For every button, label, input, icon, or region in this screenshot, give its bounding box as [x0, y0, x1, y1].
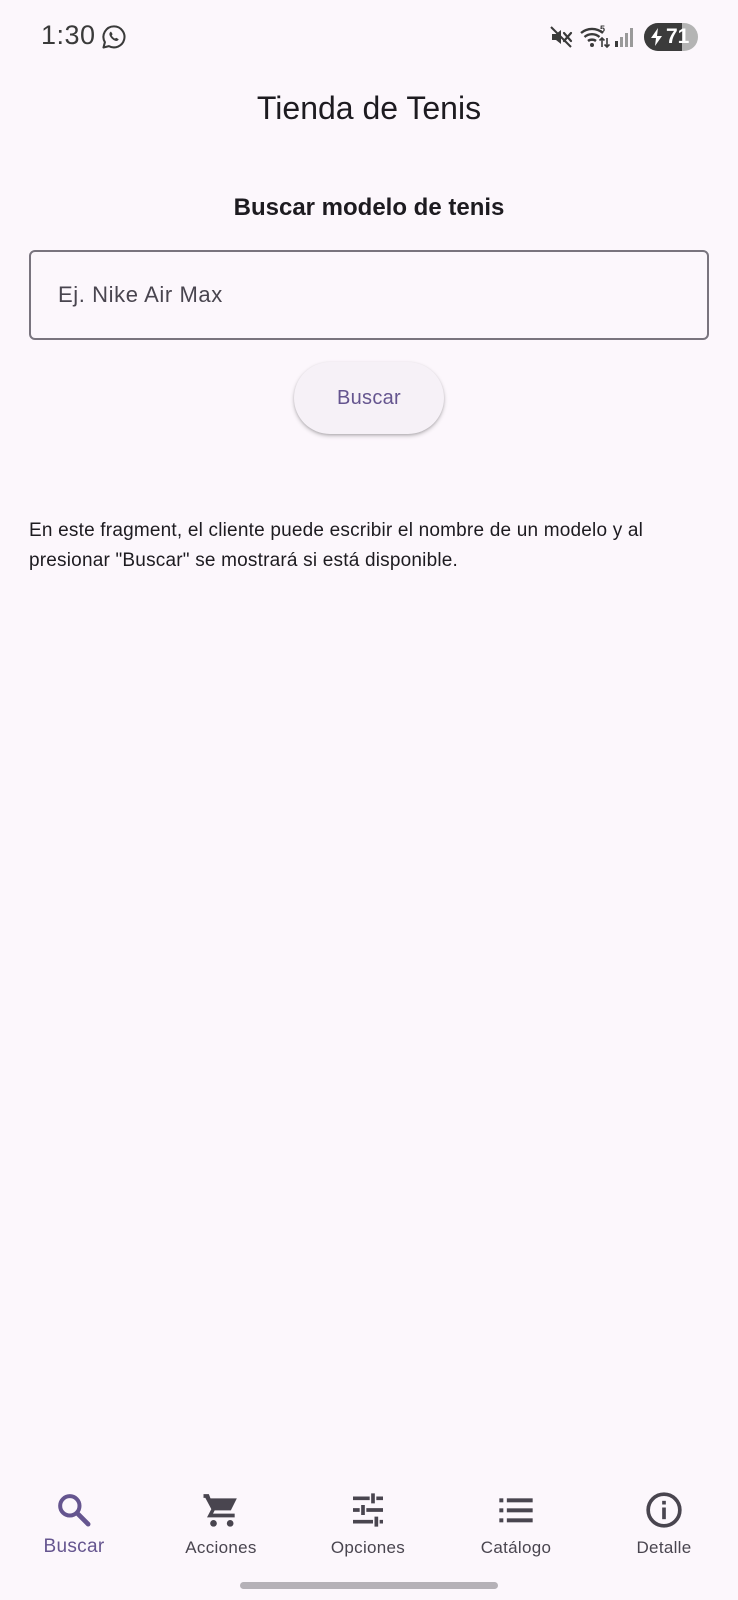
app-title: Tienda de Tenis [256, 90, 482, 126]
nav-item-detalle[interactable]: Detalle [590, 1468, 738, 1580]
signal-icon [615, 28, 633, 47]
nav-label-detalle: Detalle [636, 1538, 692, 1557]
status-bar: 1:30 5 71 [0, 0, 738, 76]
search-button[interactable]: Buscar [294, 362, 444, 434]
home-indicator [240, 1582, 498, 1589]
whatsapp-icon [102, 25, 126, 49]
nav-label-acciones: Acciones [185, 1538, 257, 1557]
list-icon [499, 1498, 533, 1523]
tune-icon [353, 1493, 383, 1527]
nav-label-catalogo: Catálogo [480, 1538, 552, 1557]
status-time: 1:30 [41, 20, 96, 50]
nav-item-acciones[interactable]: Acciones [147, 1468, 295, 1580]
svg-text:5: 5 [600, 24, 605, 34]
search-section-title: Buscar modelo de tenis [233, 194, 505, 221]
nav-item-opciones[interactable]: Opciones [294, 1468, 442, 1580]
search-input[interactable] [29, 250, 709, 340]
nav-item-buscar[interactable]: Buscar [0, 1468, 148, 1580]
description-text: En este fragment, el cliente puede escri… [29, 520, 644, 571]
mute-icon [550, 26, 573, 48]
battery-level: 71 [666, 25, 690, 48]
battery-indicator: 71 [644, 23, 698, 51]
search-icon [58, 1494, 91, 1527]
nav-label-buscar: Buscar [43, 1536, 105, 1557]
nav-label-opciones: Opciones [330, 1538, 406, 1557]
battery-charging-icon [651, 28, 662, 46]
info-icon [646, 1492, 682, 1528]
cart-icon [203, 1494, 237, 1527]
wifi-icon: 5 [580, 24, 610, 49]
bottom-navigation: Buscar Acciones Opciones Catálogo Detall… [0, 1468, 738, 1580]
nav-item-catalogo[interactable]: Catálogo [442, 1468, 590, 1580]
